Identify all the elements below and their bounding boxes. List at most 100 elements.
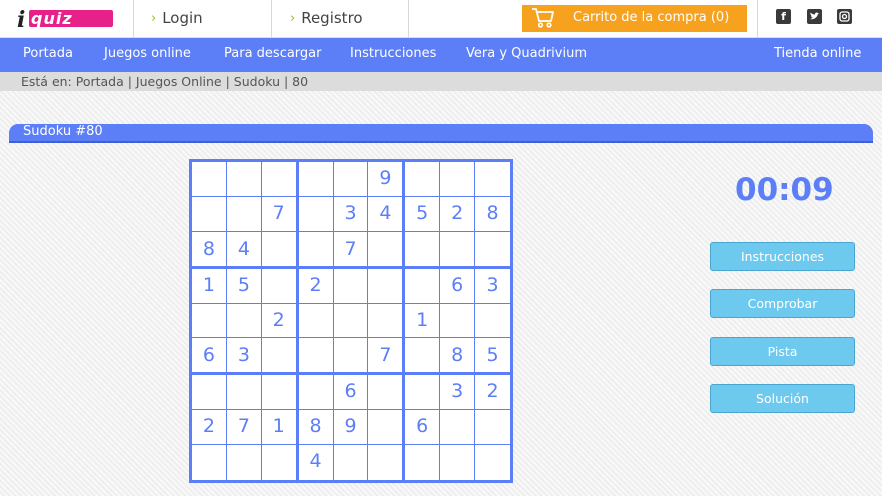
sudoku-cell[interactable] bbox=[475, 445, 510, 480]
register-link[interactable]: › Registro bbox=[290, 9, 363, 27]
nav-item-para-descargar[interactable]: Para descargar bbox=[224, 46, 321, 61]
sudoku-cell[interactable] bbox=[368, 303, 406, 339]
facebook-icon[interactable]: f bbox=[776, 9, 791, 24]
sudoku-cell[interactable]: 5 bbox=[475, 338, 510, 376]
solution-button[interactable]: Solución bbox=[710, 384, 855, 413]
sudoku-cell[interactable] bbox=[368, 375, 406, 411]
sudoku-cell[interactable] bbox=[333, 338, 369, 376]
sudoku-cell[interactable]: 5 bbox=[405, 196, 441, 232]
sudoku-cell[interactable] bbox=[226, 375, 262, 411]
nav-item-portada[interactable]: Portada bbox=[23, 46, 73, 61]
sudoku-cell[interactable]: 3 bbox=[226, 338, 262, 376]
sudoku-cell[interactable] bbox=[405, 268, 441, 304]
sudoku-cell[interactable]: 1 bbox=[405, 303, 441, 339]
sudoku-cell[interactable] bbox=[298, 162, 334, 197]
sudoku-cell[interactable] bbox=[440, 303, 476, 339]
sudoku-cell[interactable]: 4 bbox=[299, 445, 334, 480]
sudoku-cell[interactable] bbox=[368, 410, 406, 446]
sudoku-cell[interactable]: 7 bbox=[368, 338, 406, 376]
sudoku-cell[interactable]: 4 bbox=[368, 196, 406, 232]
sudoku-cell[interactable] bbox=[262, 445, 299, 480]
sudoku-cell[interactable]: 7 bbox=[261, 196, 299, 232]
cart-button[interactable]: Carrito de la compra (0) bbox=[522, 5, 747, 32]
sudoku-cell[interactable] bbox=[192, 196, 227, 232]
sudoku-cell[interactable]: 8 bbox=[298, 410, 334, 446]
sudoku-cell[interactable] bbox=[333, 162, 369, 197]
sudoku-cell[interactable] bbox=[333, 268, 369, 304]
instructions-button[interactable]: Instrucciones bbox=[710, 242, 855, 271]
sudoku-cell[interactable] bbox=[440, 410, 476, 446]
sudoku-cell[interactable] bbox=[440, 162, 476, 197]
check-button[interactable]: Comprobar bbox=[710, 289, 855, 318]
sudoku-cell[interactable] bbox=[475, 304, 510, 339]
twitter-icon[interactable] bbox=[807, 9, 822, 24]
sudoku-cell[interactable]: 8 bbox=[192, 231, 227, 269]
sudoku-cell[interactable] bbox=[298, 338, 334, 376]
sudoku-cell[interactable]: 2 bbox=[192, 410, 227, 446]
sudoku-cell[interactable] bbox=[440, 445, 476, 480]
sudoku-cell[interactable]: 2 bbox=[475, 375, 510, 411]
sudoku-cell[interactable]: 6 bbox=[333, 375, 369, 411]
sudoku-cell[interactable]: 6 bbox=[440, 268, 476, 304]
sudoku-cell[interactable] bbox=[333, 303, 369, 339]
sudoku-cell[interactable] bbox=[334, 445, 369, 480]
breadcrumb: Está en: Portada | Juegos Online | Sudok… bbox=[0, 72, 882, 91]
sudoku-cell[interactable]: 7 bbox=[226, 410, 262, 446]
sudoku-cell[interactable]: 1 bbox=[192, 268, 227, 304]
sudoku-cell[interactable]: 1 bbox=[261, 410, 299, 446]
sudoku-cell[interactable] bbox=[226, 162, 262, 197]
sudoku-cell[interactable] bbox=[405, 375, 441, 411]
sudoku-cell[interactable]: 2 bbox=[298, 268, 334, 304]
sudoku-cell[interactable] bbox=[261, 268, 299, 304]
sudoku-cell[interactable] bbox=[475, 232, 510, 269]
sudoku-cell[interactable] bbox=[405, 445, 441, 480]
sudoku-cell[interactable] bbox=[405, 231, 441, 269]
sudoku-cell[interactable] bbox=[226, 303, 262, 339]
nav-item-juegos-online[interactable]: Juegos online bbox=[104, 46, 191, 61]
hint-button[interactable]: Pista bbox=[710, 337, 855, 366]
sudoku-cell[interactable] bbox=[298, 231, 334, 269]
shopping-cart-icon bbox=[532, 8, 554, 28]
sudoku-cell[interactable]: 9 bbox=[368, 162, 406, 197]
sudoku-cell[interactable]: 8 bbox=[475, 197, 510, 232]
sudoku-cell[interactable]: 9 bbox=[333, 410, 369, 446]
sudoku-cell[interactable] bbox=[475, 162, 510, 197]
sudoku-cell[interactable] bbox=[368, 268, 406, 304]
sudoku-cell[interactable] bbox=[440, 231, 476, 269]
sudoku-cell[interactable]: 2 bbox=[440, 196, 476, 232]
sudoku-cell[interactable] bbox=[192, 375, 227, 411]
sudoku-cell[interactable]: 8 bbox=[440, 338, 476, 376]
sudoku-cell[interactable] bbox=[192, 162, 227, 197]
sudoku-cell[interactable] bbox=[261, 162, 299, 197]
sudoku-cell[interactable]: 6 bbox=[405, 410, 441, 446]
login-link[interactable]: › Login bbox=[151, 9, 203, 27]
sudoku-cell[interactable]: 4 bbox=[226, 231, 262, 269]
sudoku-cell[interactable] bbox=[261, 231, 299, 269]
nav-item-instrucciones[interactable]: Instrucciones bbox=[350, 46, 436, 61]
sudoku-cell[interactable] bbox=[298, 303, 334, 339]
nav-item-tienda-online[interactable]: Tienda online bbox=[774, 46, 861, 61]
sudoku-cell[interactable]: 2 bbox=[261, 303, 299, 339]
sudoku-cell[interactable] bbox=[368, 445, 406, 480]
sudoku-cell[interactable]: 5 bbox=[226, 268, 262, 304]
sudoku-cell[interactable] bbox=[298, 196, 334, 232]
sudoku-cell[interactable] bbox=[405, 162, 441, 197]
sudoku-cell[interactable]: 3 bbox=[475, 269, 510, 304]
sudoku-cell[interactable] bbox=[405, 338, 441, 376]
sudoku-cell[interactable]: 3 bbox=[333, 196, 369, 232]
sudoku-cell[interactable]: 7 bbox=[333, 231, 369, 269]
sudoku-cell[interactable] bbox=[368, 231, 406, 269]
sudoku-cell[interactable] bbox=[227, 445, 262, 480]
sudoku-cell[interactable] bbox=[261, 338, 299, 376]
nav-item-vera-quadrivium[interactable]: Vera y Quadrivium bbox=[466, 46, 587, 61]
sudoku-cell[interactable] bbox=[475, 410, 510, 446]
sudoku-cell[interactable] bbox=[298, 375, 334, 411]
sudoku-cell[interactable] bbox=[192, 445, 227, 480]
instagram-icon[interactable] bbox=[837, 9, 852, 24]
sudoku-cell[interactable] bbox=[192, 303, 227, 339]
iquiz-logo[interactable]: i quiz bbox=[17, 7, 113, 33]
sudoku-cell[interactable] bbox=[261, 375, 299, 411]
sudoku-cell[interactable]: 3 bbox=[440, 375, 476, 411]
sudoku-cell[interactable]: 6 bbox=[192, 338, 227, 376]
sudoku-cell[interactable] bbox=[226, 196, 262, 232]
